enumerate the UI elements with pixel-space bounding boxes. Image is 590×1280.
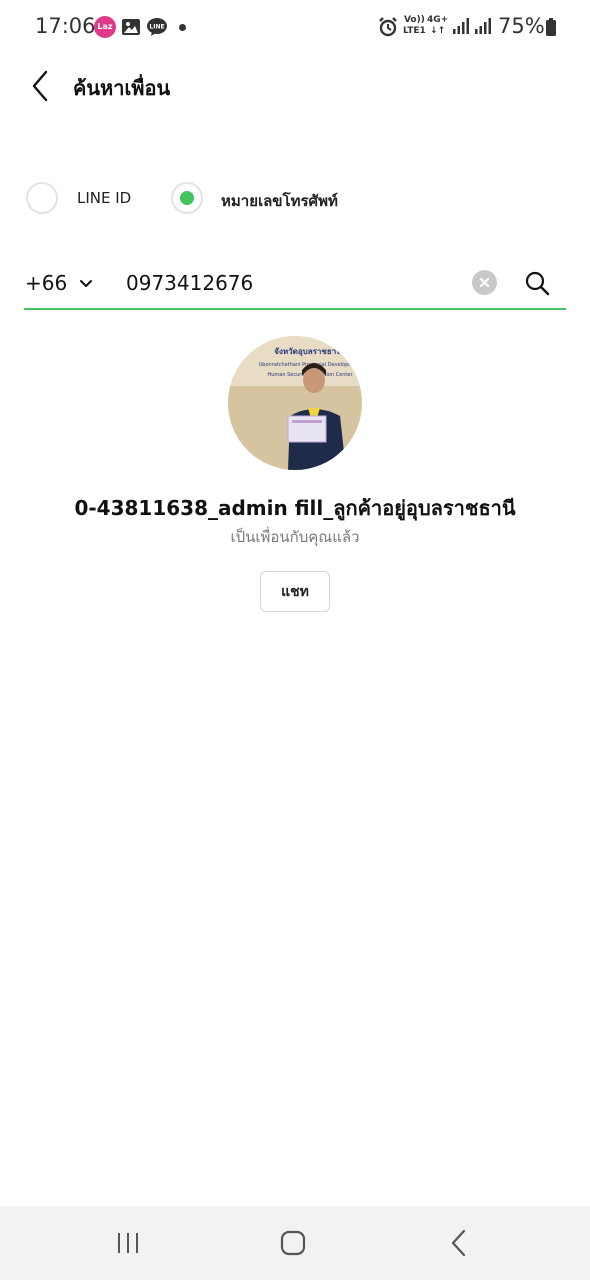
radio-line-id-label[interactable]: LINE ID [77, 189, 131, 207]
dot-icon [179, 24, 186, 31]
chevron-down-icon[interactable] [78, 276, 94, 292]
banner-line-1: จังหวัดอุบลราชธานี [274, 346, 342, 357]
network-label: 4G+ [427, 15, 449, 25]
svg-text:LINE: LINE [149, 24, 164, 31]
chat-button[interactable]: แชท [260, 571, 330, 612]
battery-icon [546, 18, 556, 36]
close-icon [479, 277, 490, 288]
volte-icon: Vo)) LTE1 [403, 15, 426, 36]
system-nav-bar [0, 1206, 590, 1280]
alarm-icon [379, 17, 397, 37]
status-time: 17:06 [35, 14, 96, 38]
country-code-select[interactable]: +66 [25, 271, 67, 295]
avatar[interactable]: จังหวัดอุบลราชธานี Ubonratchathani Provi… [228, 336, 362, 470]
result-display-name: 0-43811638_admin fill_ลูกค้าอยู่อุบลราชธ… [74, 496, 516, 520]
home-icon[interactable] [280, 1230, 306, 1256]
status-bar: 17:06 Laz LINE Vo)) LTE1 4G+ ↓↑ 75% [0, 0, 590, 56]
page-title: ค้นหาเพื่อน [73, 76, 171, 100]
radio-phone-number-label[interactable]: หมายเลขโทรศัพท์ [221, 189, 338, 213]
lazada-icon: Laz [94, 16, 116, 38]
line-icon: LINE [147, 18, 167, 36]
radio-line-id[interactable] [26, 182, 58, 214]
nav-back-icon[interactable] [448, 1229, 470, 1257]
input-underline [24, 308, 566, 310]
signal-icon [453, 18, 469, 34]
back-arrow-icon[interactable] [26, 66, 62, 106]
clear-input-button[interactable] [472, 270, 497, 295]
battery-percent: 75% [498, 14, 545, 38]
profile-photo: จังหวัดอุบลราชธานี Ubonratchathani Provi… [228, 336, 362, 470]
network-4g-icon: 4G+ ↓↑ [427, 15, 449, 36]
radio-phone-number[interactable] [171, 182, 203, 214]
signal-icon-2 [475, 18, 491, 34]
search-icon[interactable] [523, 269, 551, 297]
recent-apps-icon[interactable] [114, 1231, 142, 1255]
friend-status-text: เป็นเพื่อนกับคุณแล้ว [230, 528, 360, 546]
phone-number-input[interactable] [126, 266, 456, 300]
gallery-icon [122, 19, 140, 35]
radio-selected-dot [180, 191, 194, 205]
